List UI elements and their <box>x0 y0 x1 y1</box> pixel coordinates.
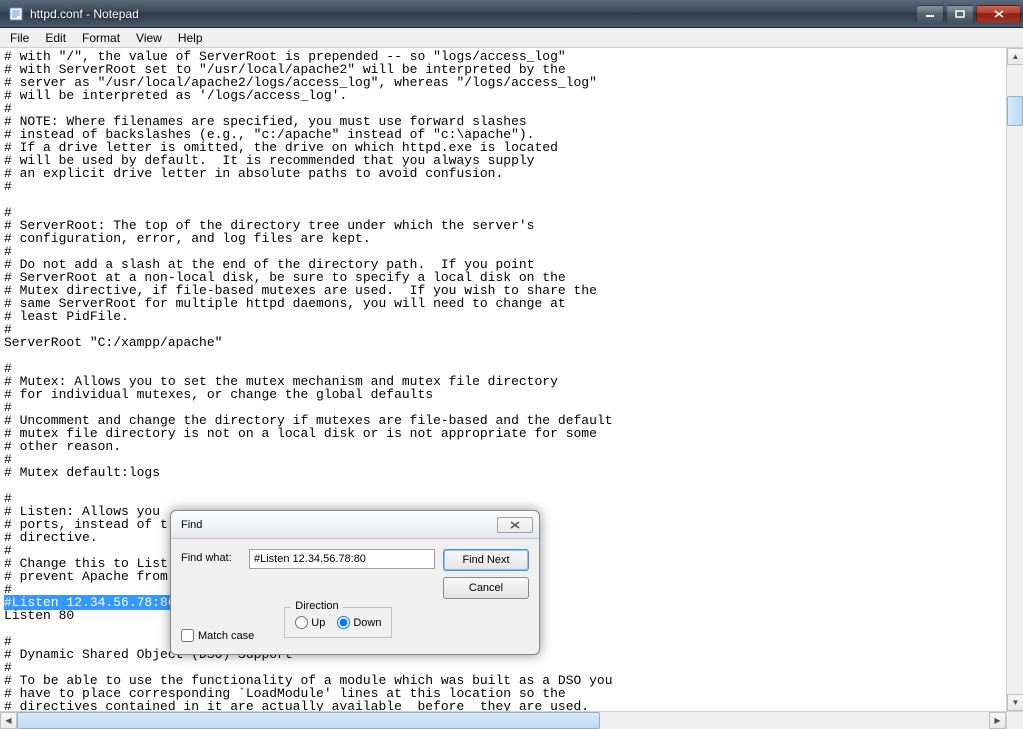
vscroll-thumb[interactable] <box>1007 96 1023 126</box>
menubar: File Edit Format View Help <box>0 28 1023 48</box>
find-what-input[interactable] <box>249 549 435 569</box>
window-title: httpd.conf - Notepad <box>30 7 916 21</box>
find-dialog-titlebar[interactable]: Find <box>171 511 539 539</box>
direction-down-option[interactable]: Down <box>337 616 381 629</box>
direction-up-label: Up <box>311 617 325 629</box>
notepad-icon <box>8 6 24 22</box>
find-what-label: Find what: <box>181 549 241 564</box>
scroll-down-icon[interactable]: ▼ <box>1007 694 1023 711</box>
minimize-button[interactable] <box>916 5 944 23</box>
menu-format[interactable]: Format <box>74 28 128 47</box>
vertical-scrollbar[interactable]: ▲ ▼ <box>1006 48 1023 711</box>
find-dialog: Find Find what: Find Next Cancel Match c… <box>170 510 540 655</box>
match-case-input[interactable] <box>181 629 194 642</box>
match-case-checkbox[interactable]: Match case <box>181 629 254 642</box>
direction-up-option[interactable]: Up <box>295 616 325 629</box>
menu-file[interactable]: File <box>2 28 37 47</box>
match-case-label: Match case <box>198 630 254 642</box>
find-next-button[interactable]: Find Next <box>443 549 529 571</box>
find-dialog-close-button[interactable] <box>497 517 533 533</box>
window-titlebar: httpd.conf - Notepad <box>0 0 1023 28</box>
menu-edit[interactable]: Edit <box>37 28 74 47</box>
cancel-button[interactable]: Cancel <box>443 577 529 599</box>
selected-text: #Listen 12.34.56.78:80 <box>4 595 176 610</box>
menu-view[interactable]: View <box>128 28 170 47</box>
scroll-left-icon[interactable]: ◀ <box>0 712 17 729</box>
horizontal-scrollbar[interactable]: ◀ ▶ <box>0 711 1006 729</box>
close-button[interactable] <box>976 5 1021 23</box>
direction-down-radio[interactable] <box>337 616 350 629</box>
hscroll-track[interactable] <box>17 712 989 729</box>
direction-legend: Direction <box>291 600 342 612</box>
find-dialog-title: Find <box>181 519 497 531</box>
direction-up-radio[interactable] <box>295 616 308 629</box>
scroll-right-icon[interactable]: ▶ <box>989 712 1006 729</box>
scroll-up-icon[interactable]: ▲ <box>1007 48 1023 65</box>
direction-down-label: Down <box>353 617 381 629</box>
window-controls <box>916 5 1021 23</box>
menu-help[interactable]: Help <box>170 28 211 47</box>
maximize-button[interactable] <box>946 5 974 23</box>
vscroll-track[interactable] <box>1007 65 1023 694</box>
direction-group: Direction Up Down <box>284 607 392 638</box>
scrollbar-corner <box>1006 711 1023 729</box>
hscroll-thumb[interactable] <box>17 712 600 729</box>
